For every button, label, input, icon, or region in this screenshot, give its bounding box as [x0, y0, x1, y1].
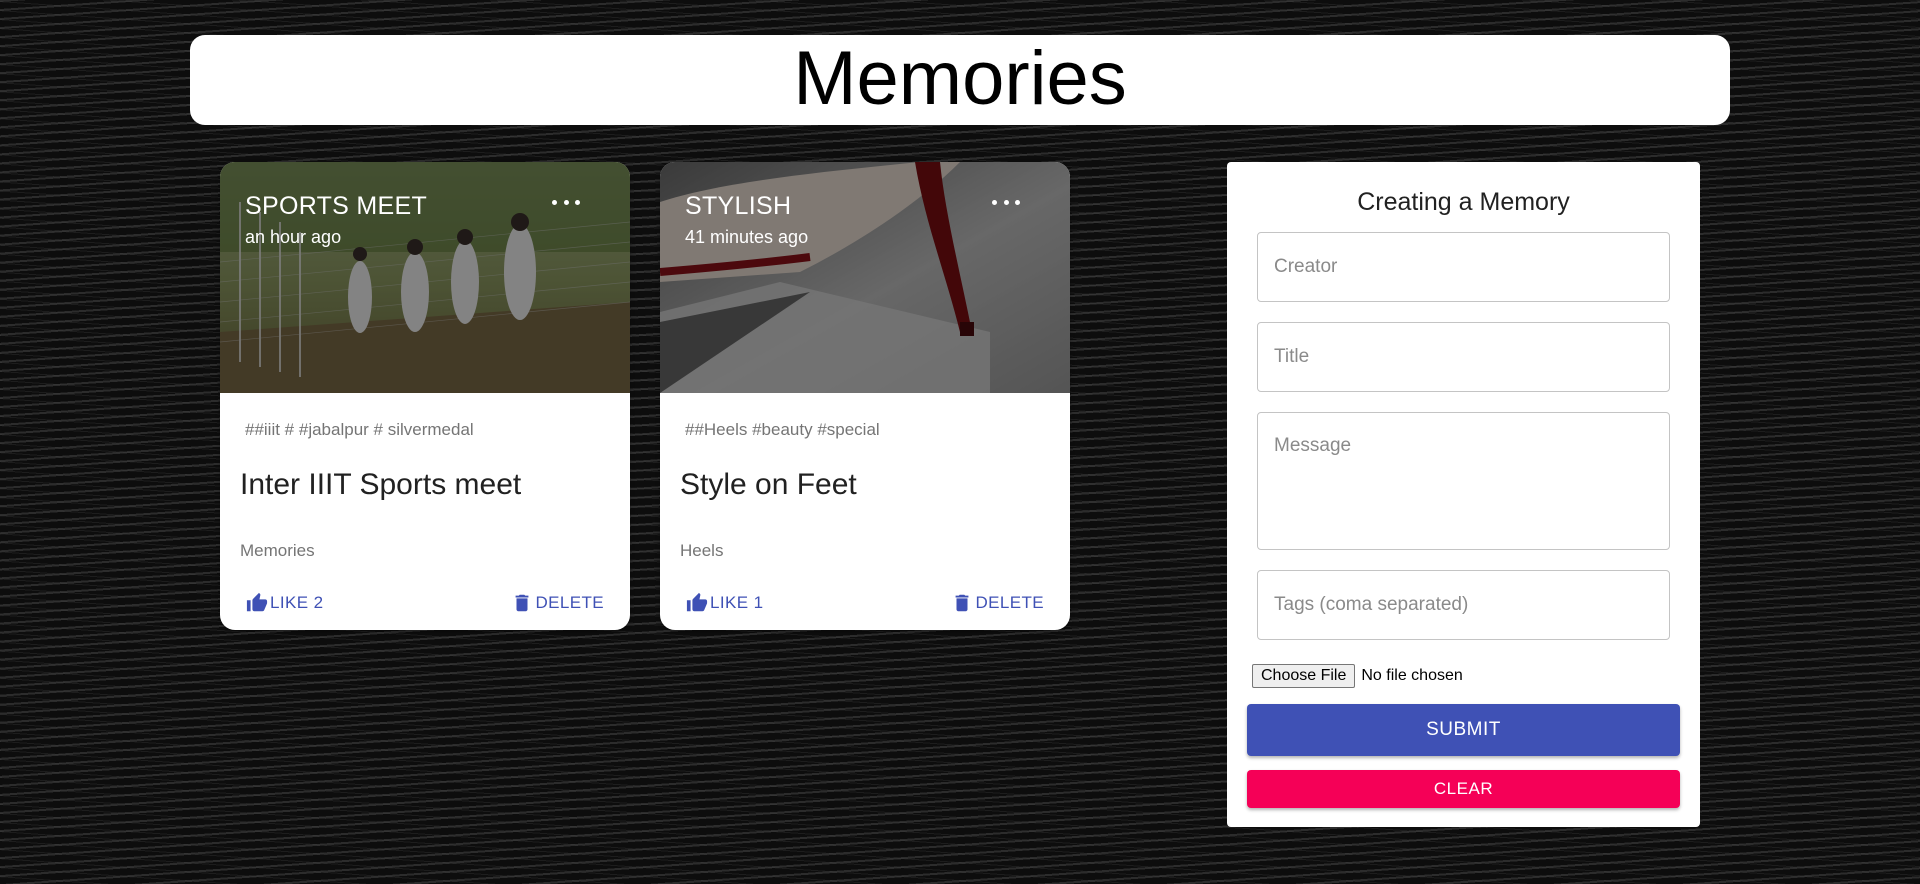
tags-input[interactable]: [1257, 570, 1670, 640]
delete-label: DELETE: [975, 593, 1044, 612]
app-title: Memories: [793, 36, 1127, 121]
post-image: STYLISH 41 minutes ago: [660, 162, 1070, 393]
thumb-up-icon: [686, 592, 708, 612]
form-heading: Creating a Memory: [1357, 188, 1570, 216]
post-tags: ##iiit # #jabalpur # silvermedal: [245, 420, 474, 439]
clear-button[interactable]: CLEAR: [1247, 770, 1680, 808]
post-creator: STYLISH: [685, 192, 792, 220]
post-card: STYLISH 41 minutes ago ##Heels #beauty #…: [660, 162, 1070, 630]
post-message: Memories: [240, 541, 315, 560]
post-time: an hour ago: [245, 227, 342, 247]
creator-input[interactable]: [1257, 232, 1670, 302]
title-input[interactable]: [1257, 322, 1670, 392]
post-time: 41 minutes ago: [685, 227, 809, 247]
trash-icon: [956, 594, 969, 612]
post-title: Inter IIIT Sports meet: [240, 468, 522, 501]
app-bar: Memories: [190, 35, 1730, 125]
memory-form: Creating a Memory Choose File No file ch…: [1227, 162, 1700, 827]
trash-icon: [516, 594, 529, 612]
post-image: SPORTS MEET an hour ago: [220, 162, 630, 393]
post-title: Style on Feet: [680, 468, 857, 501]
file-picker: Choose File No file chosen: [1252, 664, 1463, 688]
like-button[interactable]: LIKE 2: [246, 589, 323, 617]
more-horizontal-icon[interactable]: [552, 192, 580, 212]
choose-file-button[interactable]: Choose File: [1252, 664, 1356, 688]
post-creator: SPORTS MEET: [245, 192, 428, 220]
message-input[interactable]: [1257, 412, 1670, 550]
file-status: No file chosen: [1361, 667, 1463, 684]
submit-button[interactable]: SUBMIT: [1247, 704, 1680, 756]
post-message: Heels: [680, 541, 724, 560]
like-button[interactable]: LIKE 1: [686, 589, 763, 617]
like-label: LIKE 2: [270, 593, 324, 612]
thumb-up-icon: [246, 592, 268, 612]
delete-label: DELETE: [535, 593, 604, 612]
like-label: LIKE 1: [710, 593, 764, 612]
more-horizontal-icon[interactable]: [992, 192, 1020, 212]
post-card: SPORTS MEET an hour ago ##iiit # #jabalp…: [220, 162, 630, 630]
post-tags: ##Heels #beauty #special: [685, 420, 880, 439]
delete-button[interactable]: DELETE: [511, 589, 604, 617]
delete-button[interactable]: DELETE: [951, 589, 1044, 617]
